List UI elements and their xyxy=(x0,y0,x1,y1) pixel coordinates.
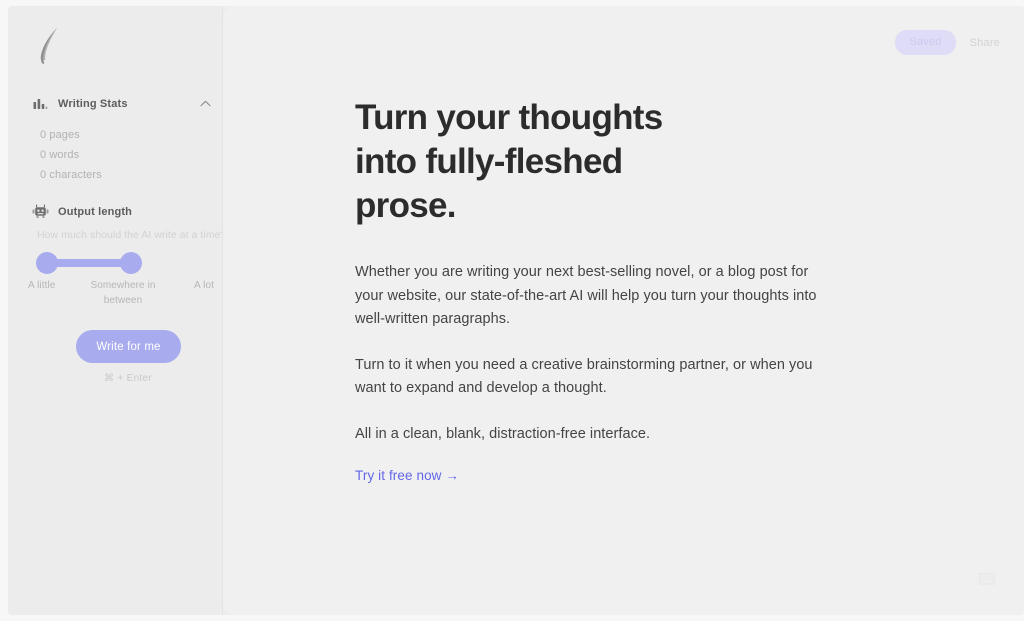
stat-pages: 0 pages xyxy=(40,125,210,145)
app-root: Writing Stats 0 pages 0 words 0 characte… xyxy=(0,0,1024,621)
write-for-me-button[interactable]: Write for me xyxy=(76,330,181,363)
body-paragraph-1: Whether you are writing your next best-s… xyxy=(355,261,825,332)
output-length-title: Output length xyxy=(58,206,132,218)
bar-chart-icon xyxy=(32,95,49,112)
editor-panel: Saved Share Turn your thoughts into full… xyxy=(223,6,1024,615)
editor-toolbar: Saved Share xyxy=(895,30,1000,55)
slider-label-a-lot: A lot xyxy=(174,278,214,293)
body-paragraph-2: Turn to it when you need a creative brai… xyxy=(355,354,825,401)
slider-label-a-little: A little xyxy=(28,278,72,293)
feather-quill-icon[interactable] xyxy=(30,24,70,68)
spacer xyxy=(355,401,825,423)
keyboard-icon[interactable] xyxy=(978,571,996,587)
app-window: Writing Stats 0 pages 0 words 0 characte… xyxy=(8,6,1024,615)
share-button[interactable]: Share xyxy=(970,37,1000,49)
try-it-free-link[interactable]: Try it free now → xyxy=(355,468,459,483)
output-length-question: How much should the AI write at a time? xyxy=(37,229,217,241)
slider-labels: A little Somewhere in between A lot xyxy=(28,278,214,308)
page-title-line-2: into fully-fleshed xyxy=(355,142,622,181)
body-paragraph-3: All in a clean, blank, distraction-free … xyxy=(355,423,825,447)
keyboard-shortcut-hint: ⌘ + Enter xyxy=(28,373,228,384)
slider-handle-min[interactable] xyxy=(36,252,58,274)
writing-stats-title: Writing Stats xyxy=(58,98,128,110)
stat-characters: 0 characters xyxy=(40,165,210,185)
spacer xyxy=(355,228,825,261)
output-length-header: Output length xyxy=(32,203,212,220)
spacer xyxy=(355,332,825,354)
slider-handle-max[interactable] xyxy=(120,252,142,274)
output-length-slider[interactable] xyxy=(36,252,196,274)
slider-label-somewhere-in-between: Somewhere in between xyxy=(87,278,159,308)
robot-icon xyxy=(32,203,49,220)
chevron-up-icon[interactable] xyxy=(198,97,212,111)
writing-stats-header[interactable]: Writing Stats xyxy=(32,95,212,112)
page-title-line-3: prose. xyxy=(355,186,456,225)
page-title-line-1: Turn your thoughts xyxy=(355,98,663,137)
status-badge: Saved xyxy=(895,30,955,55)
sidebar: Writing Stats 0 pages 0 words 0 characte… xyxy=(8,6,222,615)
document-content[interactable]: Turn your thoughts into fully-fleshed pr… xyxy=(355,96,825,485)
page-title: Turn your thoughts into fully-fleshed pr… xyxy=(355,96,825,228)
writing-stats-list: 0 pages 0 words 0 characters xyxy=(40,125,210,185)
stat-words: 0 words xyxy=(40,145,210,165)
